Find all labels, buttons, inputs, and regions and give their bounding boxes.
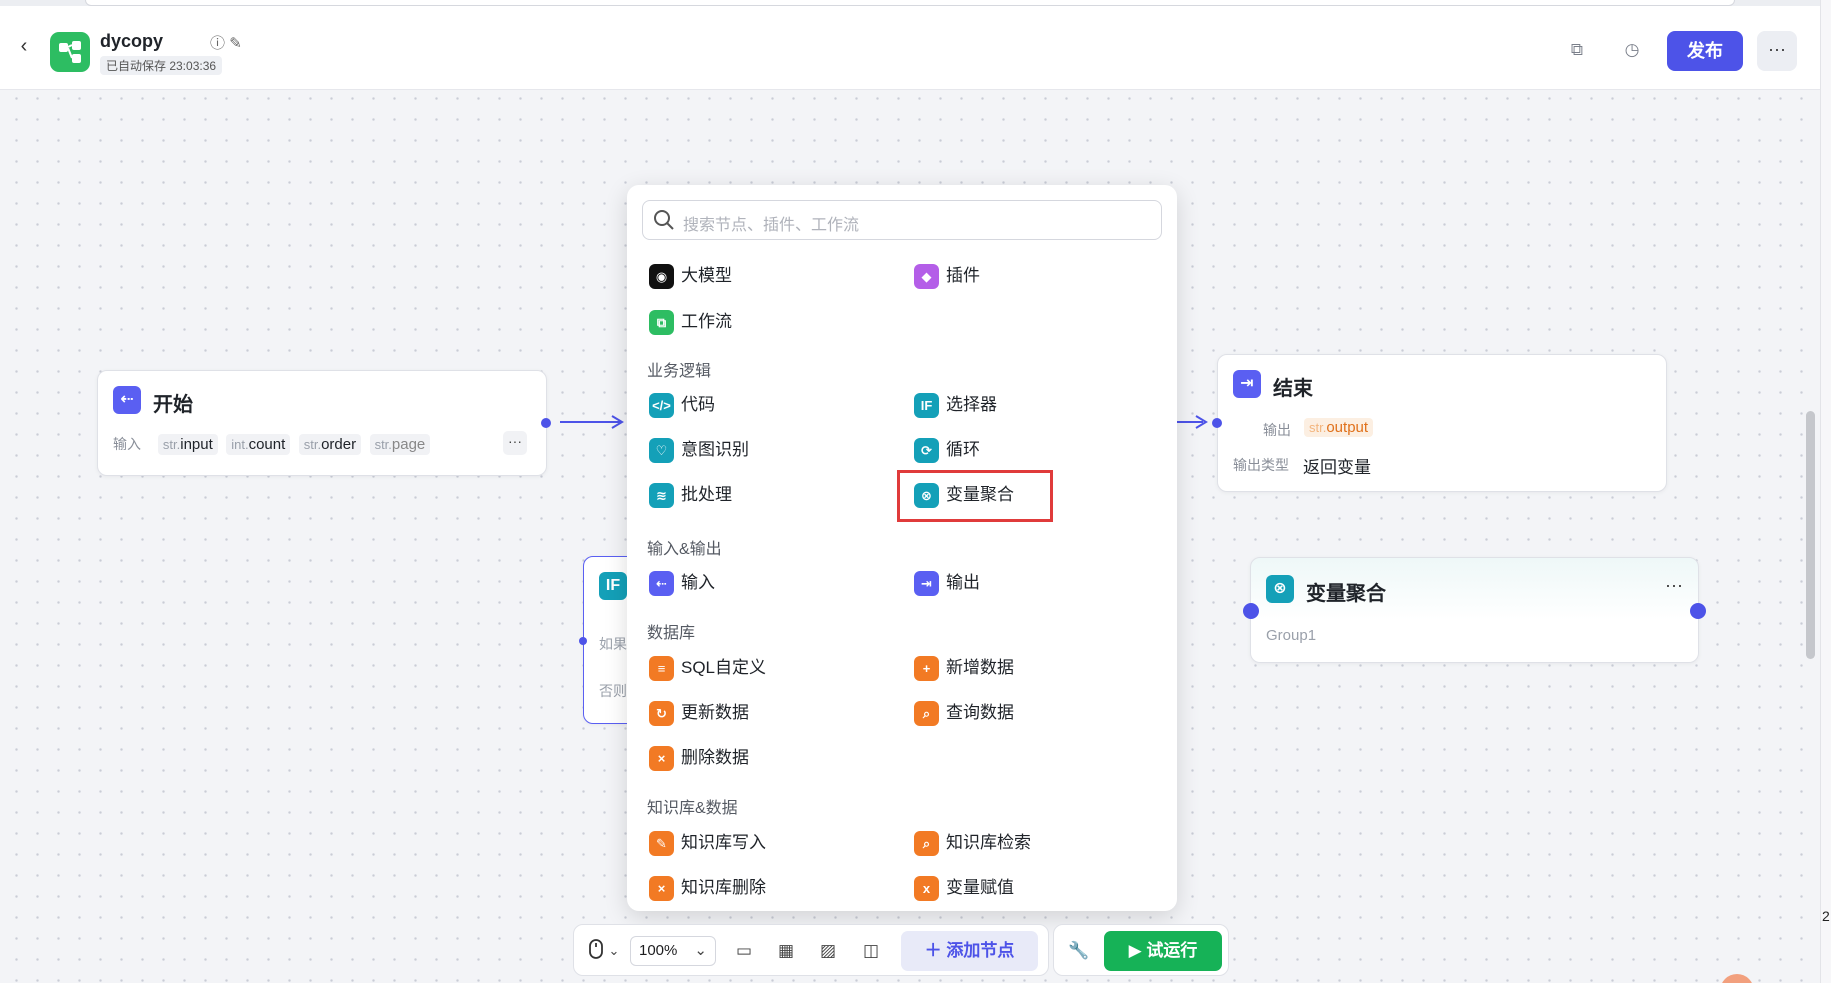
node-item-batch[interactable]: ≋ 批处理 (649, 479, 732, 511)
loop-icon: ⟳ (914, 438, 939, 464)
end-output-tag: str.output (1304, 418, 1374, 437)
aggregator-group: Group1 (1266, 627, 1317, 644)
database-icon: ≡ (649, 656, 674, 682)
end-output-type-label: 输出类型 (1233, 457, 1289, 473)
node-item-update-data[interactable]: ↻ 更新数据 (649, 697, 749, 729)
section-business-logic: 业务逻辑 (647, 363, 712, 380)
end-input-port[interactable] (1212, 418, 1222, 428)
llm-icon: ◉ (649, 264, 674, 290)
start-node[interactable]: ⇠ 开始 输入 str.input int.count str.order st… (97, 370, 551, 476)
image-icon[interactable]: ▨ (816, 939, 840, 963)
add-node-panel: 搜索节点、插件、工作流 ◉ 大模型 ◆ 插件 ⧉ 工作流 业务逻辑 </> 代码 IF 选… (627, 185, 1177, 911)
search-placeholder: 搜索节点、插件、工作流 (683, 217, 860, 234)
database-add-icon: + (914, 656, 939, 682)
code-icon: </> (649, 393, 674, 419)
node-item-input[interactable]: ⇠ 输入 (649, 567, 715, 599)
section-knowledge: 知识库&数据 (647, 800, 738, 817)
chevron-down-icon[interactable]: ⌄ (602, 939, 626, 963)
start-icon: ⇠ (113, 386, 141, 414)
start-node-title: 开始 (153, 394, 193, 416)
database-delete-icon: × (649, 746, 674, 772)
if-icon: IF (599, 572, 627, 600)
start-input-label: 输入 (113, 436, 141, 452)
database-query-icon: ⌕ (914, 701, 939, 727)
variable-assign-icon: x (914, 876, 939, 902)
node-item-output[interactable]: ⇥ 输出 (914, 567, 980, 599)
variable-aggregator-node[interactable]: ⊗ 变量聚合 ··· Group1 (1243, 557, 1706, 663)
kb-search-icon: ⌕ (914, 831, 939, 857)
zoom-select[interactable]: 100% ⌄ (630, 936, 716, 966)
kb-write-icon: ✎ (649, 831, 674, 857)
node-item-loop[interactable]: ⟳ 循环 (914, 434, 980, 466)
batch-icon: ≋ (649, 483, 674, 509)
node-item-delete-data[interactable]: × 删除数据 (649, 742, 749, 774)
node-search-input[interactable]: 搜索节点、插件、工作流 (642, 200, 1162, 240)
node-item-intent[interactable]: ♡ 意图识别 (649, 434, 749, 466)
node-item-kb-search[interactable]: ⌕ 知识库检索 (914, 827, 1031, 859)
node-item-llm[interactable]: ◉ 大模型 (649, 260, 732, 292)
node-item-insert-data[interactable]: + 新增数据 (914, 652, 1014, 684)
start-output-port[interactable] (541, 418, 551, 428)
node-item-kb-delete[interactable]: × 知识库删除 (649, 872, 766, 904)
minimap-icon[interactable]: ◫ (859, 939, 883, 963)
end-node-title: 结束 (1273, 378, 1313, 400)
input-tag: int.count (226, 434, 291, 455)
highlight-box (897, 470, 1053, 522)
input-tag: str.input (157, 434, 218, 455)
workflow-icon: ⧉ (649, 310, 674, 336)
node-item-query-data[interactable]: ⌕ 查询数据 (914, 697, 1014, 729)
plugin-icon: ◆ (914, 264, 939, 290)
output-icon: ⇥ (914, 571, 939, 597)
node-item-code[interactable]: </> 代码 (649, 389, 715, 421)
node-item-sql[interactable]: ≡ SQL自定义 (649, 652, 766, 684)
section-input-output: 输入&输出 (647, 541, 722, 558)
add-node-button[interactable]: ＋ 添加节点 (901, 931, 1038, 971)
input-tag: str.page (369, 434, 431, 455)
run-toolbar: 🔧 ▶ 试运行 (1053, 924, 1229, 976)
canvas-toolbar: ⌄ 100% ⌄ ▭ ▦ ▨ ◫ ＋ 添加节点 (573, 924, 1049, 976)
end-output-label: 输出 (1263, 422, 1291, 438)
node-item-selector[interactable]: IF 选择器 (914, 389, 997, 421)
aggregator-icon: ⊗ (1266, 575, 1294, 603)
aggregator-more-icon[interactable]: ··· (1665, 575, 1683, 596)
aggregator-output-port[interactable] (1690, 603, 1706, 619)
database-update-icon: ↻ (649, 701, 674, 727)
layout-icon[interactable]: ▦ (774, 939, 798, 963)
node-item-plugin[interactable]: ◆ 插件 (914, 260, 980, 292)
end-output-type-value: 返回变量 (1303, 458, 1371, 477)
end-node[interactable]: ⇥ 结束 输出 str.output 输出类型 返回变量 (1212, 354, 1667, 492)
wrench-icon[interactable]: 🔧 (1067, 939, 1091, 963)
selector-icon: IF (914, 393, 939, 419)
kb-delete-icon: × (649, 876, 674, 902)
else-label: 否则 (599, 683, 627, 699)
start-inputs: 输入 str.input int.count str.order str.pag… (113, 434, 434, 455)
node-item-workflow[interactable]: ⧉ 工作流 (649, 306, 732, 338)
selector-input-port[interactable] (579, 637, 587, 645)
aggregator-node-title: 变量聚合 (1306, 583, 1386, 605)
end-icon: ⇥ (1233, 370, 1261, 398)
section-database: 数据库 (647, 625, 696, 642)
aggregator-input-port[interactable] (1243, 603, 1259, 619)
input-tag: str.order (298, 434, 362, 455)
node-item-kb-write[interactable]: ✎ 知识库写入 (649, 827, 766, 859)
test-run-button[interactable]: ▶ 试运行 (1104, 931, 1222, 971)
intent-icon: ♡ (649, 438, 674, 464)
comment-icon[interactable]: ▭ (732, 939, 756, 963)
start-more-icon[interactable]: ··· (503, 431, 527, 455)
node-item-variable-assign[interactable]: x 变量赋值 (914, 872, 1014, 904)
search-icon (653, 209, 675, 231)
if-label: 如果 (599, 636, 627, 652)
input-icon: ⇠ (649, 571, 674, 597)
